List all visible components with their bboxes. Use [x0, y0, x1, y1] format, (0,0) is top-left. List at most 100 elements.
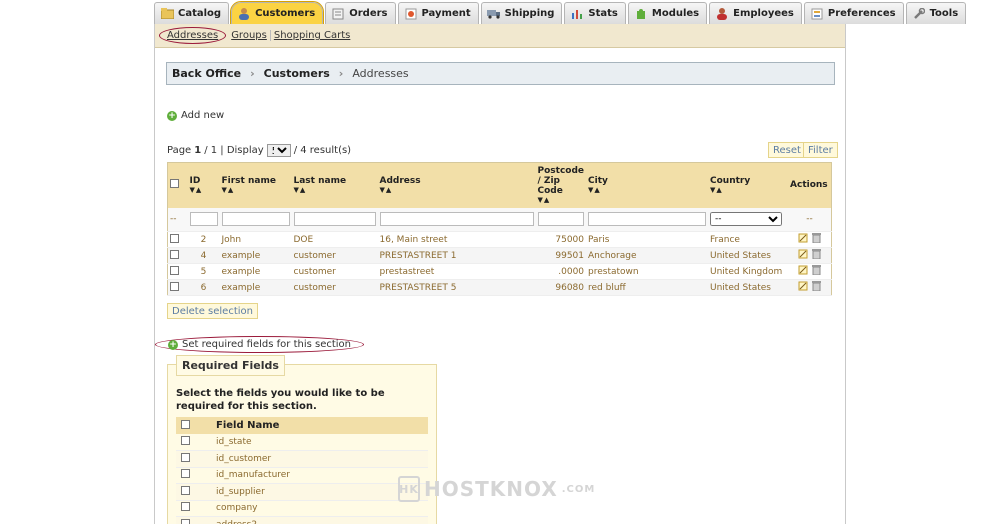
- filter-last-name-input[interactable]: [293, 212, 376, 226]
- list-item[interactable]: id_supplier: [176, 483, 428, 501]
- list-item[interactable]: id_manufacturer: [176, 467, 428, 484]
- required-select-all-checkbox[interactable]: [181, 419, 190, 429]
- field-name: company: [216, 500, 428, 517]
- filter-address-input[interactable]: [379, 212, 534, 226]
- cell-id: 2: [187, 231, 220, 248]
- filter-postcode-input[interactable]: [537, 212, 585, 226]
- required-fields-panel: Required Fields Select the fields you wo…: [167, 355, 437, 524]
- field-checkbox[interactable]: [181, 452, 190, 462]
- filter-city-input[interactable]: [588, 212, 707, 226]
- edit-icon[interactable]: [798, 281, 808, 291]
- cell-postcode: 75000: [535, 231, 587, 248]
- set-required-fields-link[interactable]: + Set required fields for this section: [155, 336, 365, 353]
- filter-id-input[interactable]: [189, 212, 218, 226]
- cell-id: 4: [187, 247, 220, 264]
- header-id: ID ▼▲: [187, 162, 220, 208]
- row-select-cell: [167, 279, 188, 296]
- col-first-label: First name: [221, 176, 276, 187]
- preferences-icon: [810, 7, 824, 21]
- breadcrumb-separator-icon: ›: [250, 67, 255, 80]
- subtab-shopping-carts[interactable]: Shopping Carts: [271, 30, 354, 41]
- add-icon: +: [167, 110, 177, 121]
- cell-city: Paris: [586, 231, 709, 248]
- filter-postcode-cell: [535, 207, 587, 232]
- main-tab-bar: Catalog Customers Orders Payment Shippin…: [154, 1, 967, 25]
- row-checkbox[interactable]: [170, 265, 179, 275]
- tab-preferences[interactable]: Preferences: [803, 2, 904, 24]
- cell-city: prestatown: [586, 263, 709, 280]
- tab-catalog[interactable]: Catalog: [154, 2, 230, 24]
- list-item[interactable]: address2: [176, 516, 428, 524]
- field-checkbox[interactable]: [181, 502, 190, 512]
- reset-button[interactable]: Reset: [768, 142, 806, 158]
- edit-icon[interactable]: [798, 265, 808, 275]
- tab-modules[interactable]: Modules: [627, 2, 708, 24]
- edit-icon[interactable]: [798, 249, 808, 259]
- filter-first-name-input[interactable]: [221, 212, 290, 226]
- tab-payment[interactable]: Payment: [397, 2, 479, 24]
- required-fields-description: Select the fields you would like to be r…: [176, 388, 385, 412]
- tab-orders[interactable]: Orders: [325, 2, 396, 24]
- row-select-cell: [167, 247, 188, 264]
- table-row[interactable]: 5 example customer prestastreet .0000 pr…: [167, 263, 832, 280]
- tab-label: Shipping: [504, 8, 555, 19]
- row-checkbox[interactable]: [170, 233, 179, 243]
- filter-id-cell: [187, 207, 220, 232]
- add-new-link[interactable]: + Add new: [167, 110, 224, 121]
- subtab-groups[interactable]: Groups: [228, 30, 271, 41]
- table-row[interactable]: 2 John DOE 16, Main street 75000 Paris F…: [167, 231, 832, 248]
- table-row[interactable]: 6 example customer PRESTASTREET 5 96080 …: [167, 279, 832, 296]
- select-all-checkbox[interactable]: [170, 179, 179, 189]
- tab-shipping[interactable]: Shipping: [480, 2, 563, 24]
- cell-address: PRESTASTREET 5: [377, 279, 536, 296]
- delete-icon[interactable]: [812, 265, 821, 275]
- breadcrumb-root[interactable]: Back Office: [172, 67, 241, 80]
- filter-country-select[interactable]: --: [710, 212, 783, 227]
- sort-arrows-icon[interactable]: ▼▲: [190, 186, 218, 194]
- header-actions: Actions: [788, 162, 832, 208]
- delete-icon[interactable]: [812, 233, 821, 243]
- field-checkbox[interactable]: [181, 436, 190, 445]
- list-item[interactable]: id_customer: [176, 450, 428, 468]
- table-row[interactable]: 4 example customer PRESTASTREET 1 99501 …: [167, 247, 832, 264]
- add-icon: +: [168, 339, 178, 350]
- cell-postcode: .0000: [535, 263, 587, 280]
- tab-customers[interactable]: Customers: [230, 1, 325, 25]
- tab-tools[interactable]: Tools: [905, 2, 967, 24]
- sort-arrows-icon[interactable]: ▼▲: [222, 186, 290, 194]
- sort-arrows-icon[interactable]: ▼▲: [538, 196, 585, 204]
- delete-icon[interactable]: [812, 281, 821, 291]
- tab-employees[interactable]: Employees: [709, 2, 802, 24]
- field-checkbox[interactable]: [181, 485, 190, 495]
- field-checkbox[interactable]: [181, 518, 190, 524]
- puzzle-icon: [634, 7, 648, 21]
- edit-icon[interactable]: [798, 233, 808, 243]
- field-checkbox-cell: [176, 500, 216, 517]
- delete-selection-button[interactable]: Delete selection: [167, 303, 258, 319]
- filter-button[interactable]: Filter: [803, 142, 838, 158]
- employee-icon: [715, 7, 729, 21]
- addresses-table: ID ▼▲ First name ▼▲ Last name ▼▲ Address ▼▲ …: [167, 162, 832, 296]
- row-checkbox[interactable]: [170, 281, 179, 291]
- col-last-label: Last name: [293, 176, 347, 187]
- row-checkbox[interactable]: [170, 249, 179, 259]
- breadcrumb-section[interactable]: Customers: [264, 67, 330, 80]
- sort-arrows-icon[interactable]: ▼▲: [380, 186, 534, 194]
- cell-postcode: 96080: [535, 279, 587, 296]
- display-count-select[interactable]: 50: [266, 144, 291, 157]
- sort-arrows-icon[interactable]: ▼▲: [294, 186, 376, 194]
- sort-arrows-icon[interactable]: ▼▲: [710, 186, 786, 194]
- list-item[interactable]: id_state: [176, 434, 428, 451]
- cell-id: 5: [187, 263, 220, 280]
- tab-stats[interactable]: Stats: [564, 2, 626, 24]
- header-address: Address ▼▲: [377, 162, 536, 208]
- list-item[interactable]: company: [176, 500, 428, 517]
- sort-arrows-icon[interactable]: ▼▲: [588, 186, 706, 194]
- delete-icon[interactable]: [812, 249, 821, 259]
- cell-address: prestastreet: [377, 263, 536, 280]
- filter-dash: --: [167, 207, 188, 232]
- field-checkbox[interactable]: [181, 469, 190, 479]
- watermark-domain: .COM: [561, 483, 596, 495]
- filter-last-cell: [291, 207, 378, 232]
- subtab-addresses[interactable]: Addresses: [159, 27, 227, 44]
